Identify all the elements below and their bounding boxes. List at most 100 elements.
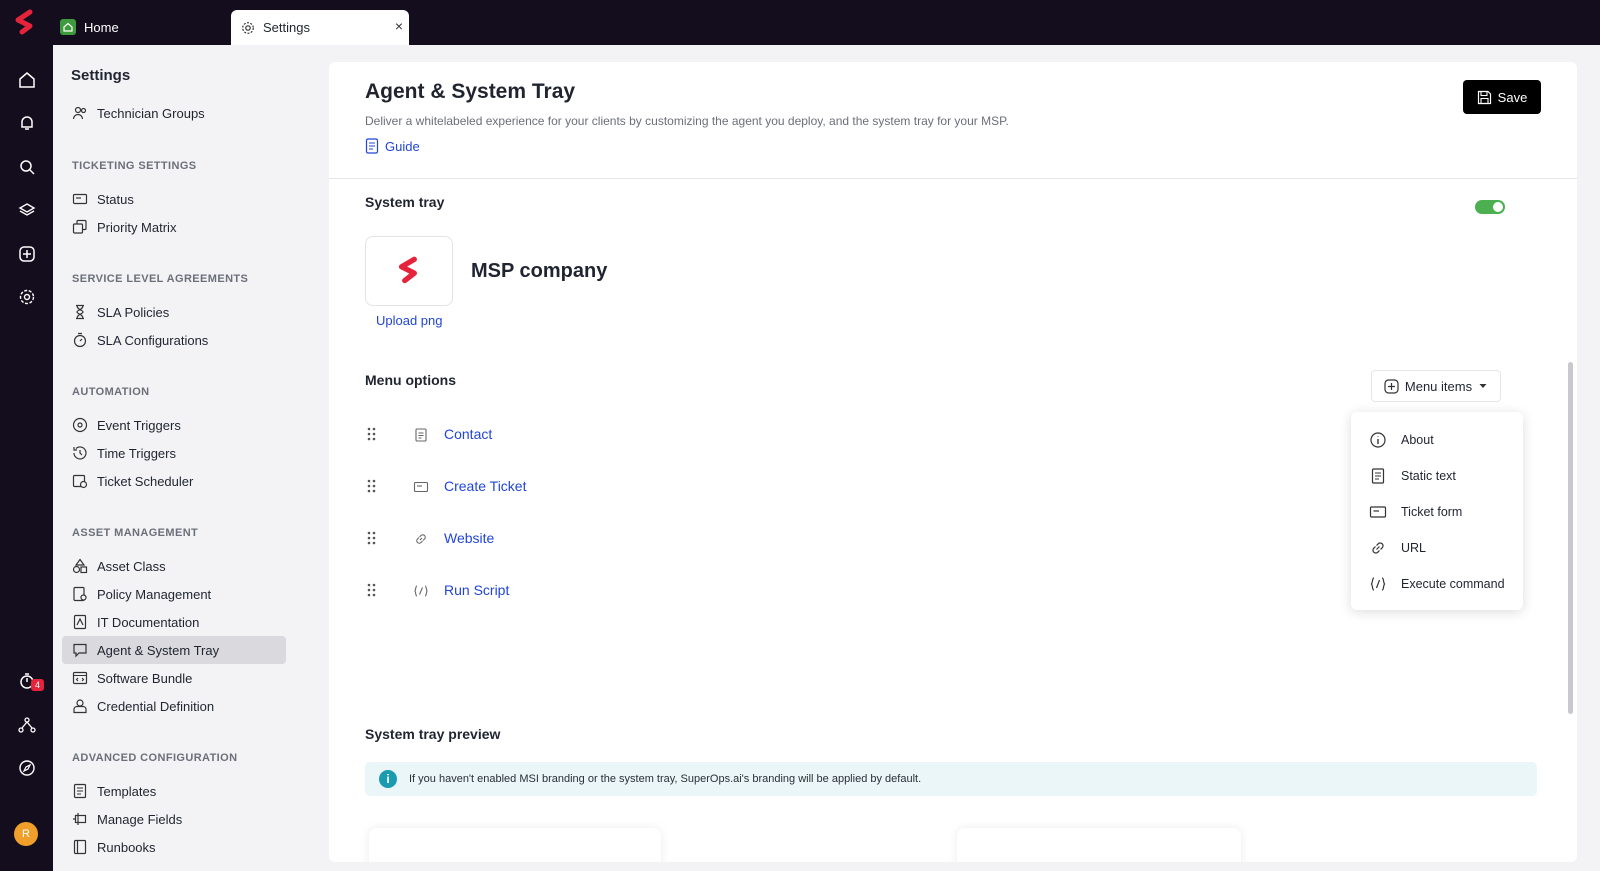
avatar-initial: R bbox=[22, 828, 30, 840]
dropdown-item-about[interactable]: About bbox=[1369, 428, 1434, 452]
menu-items-button[interactable]: Menu items bbox=[1371, 370, 1501, 402]
save-button[interactable]: Save bbox=[1463, 80, 1541, 114]
gear-icon bbox=[242, 21, 254, 34]
dropdown-item-label: Static text bbox=[1401, 469, 1456, 483]
document-icon bbox=[415, 428, 427, 442]
system-tray-preview-title: System tray preview bbox=[365, 726, 501, 742]
home-icon[interactable] bbox=[16, 69, 38, 91]
dropdown-item-url[interactable]: URL bbox=[1369, 536, 1426, 560]
sidebar-item-label: SLA Configurations bbox=[97, 332, 209, 348]
sidebar-item-label: Asset Class bbox=[97, 558, 166, 574]
menu-row-label[interactable]: Run Script bbox=[444, 582, 509, 598]
settings-icon[interactable] bbox=[16, 286, 38, 308]
dropdown-item-static-text[interactable]: Static text bbox=[1369, 464, 1456, 488]
drag-handle-icon[interactable] bbox=[365, 530, 379, 546]
shapes-icon bbox=[72, 558, 88, 574]
system-tray-title: System tray bbox=[365, 194, 445, 210]
sidebar-item-label: Ticket Scheduler bbox=[97, 473, 194, 489]
document-icon bbox=[73, 614, 87, 630]
system-tray-toggle[interactable] bbox=[1475, 200, 1505, 214]
page-subtitle: Deliver a whitelabeled experience for yo… bbox=[365, 114, 1009, 128]
drag-handle-icon[interactable] bbox=[365, 426, 379, 442]
add-icon bbox=[1384, 378, 1399, 394]
sidebar-item-policy-management[interactable]: Policy Management bbox=[62, 580, 286, 608]
sidebar-item-event-triggers[interactable]: Event Triggers bbox=[62, 411, 286, 439]
sidebar-item-runbooks[interactable]: Runbooks bbox=[62, 833, 286, 861]
workflow-icon[interactable] bbox=[16, 714, 38, 736]
caret-down-icon bbox=[1479, 384, 1487, 388]
sidebar-item-sla-policies[interactable]: SLA Policies bbox=[62, 298, 286, 326]
dropdown-item-label: URL bbox=[1401, 541, 1427, 555]
sidebar-item-ticket-scheduler[interactable]: Ticket Scheduler bbox=[62, 467, 286, 495]
menu-items-dropdown: About Static text Ticket form URL Execut… bbox=[1351, 412, 1523, 610]
header-divider bbox=[329, 178, 1577, 179]
menu-row-label[interactable]: Create Ticket bbox=[444, 478, 526, 494]
sidebar-item-technician-groups[interactable]: Technician Groups bbox=[62, 99, 286, 127]
save-icon bbox=[1477, 90, 1491, 104]
ticket-icon bbox=[413, 481, 429, 493]
document-icon bbox=[1371, 468, 1385, 484]
sidebar-item-time-triggers[interactable]: Time Triggers bbox=[62, 439, 286, 467]
document-icon bbox=[365, 138, 379, 154]
credential-icon bbox=[73, 699, 87, 714]
compass-icon[interactable] bbox=[16, 757, 38, 779]
user-avatar[interactable]: R bbox=[14, 822, 38, 846]
sidebar-item-label: Priority Matrix bbox=[97, 219, 177, 235]
template-icon bbox=[73, 783, 87, 799]
guide-label: Guide bbox=[385, 138, 420, 154]
tab-settings[interactable]: Settings × bbox=[231, 10, 409, 45]
sidebar-item-label: Manage Fields bbox=[97, 811, 183, 827]
sidebar-item-status[interactable]: Status bbox=[62, 185, 286, 213]
sidebar-item-label: Templates bbox=[97, 783, 157, 799]
dropdown-item-label: Execute command bbox=[1401, 577, 1505, 591]
link-icon bbox=[1372, 542, 1384, 554]
guide-link[interactable]: Guide bbox=[365, 138, 420, 154]
link-icon bbox=[416, 534, 426, 544]
sidebar-item-label: Status bbox=[97, 191, 134, 207]
sidebar-item-software-bundle[interactable]: Software Bundle bbox=[62, 664, 286, 692]
drag-handle-icon[interactable] bbox=[365, 478, 379, 494]
preview-card-right bbox=[957, 828, 1241, 862]
menu-row-label[interactable]: Website bbox=[444, 530, 494, 546]
sidebar-item-it-documentation[interactable]: IT Documentation bbox=[62, 608, 286, 636]
chat-icon bbox=[73, 643, 87, 658]
add-icon[interactable] bbox=[16, 243, 38, 265]
superops-logo-icon[interactable] bbox=[10, 8, 42, 40]
sidebar-item-asset-class[interactable]: Asset Class bbox=[62, 552, 286, 580]
company-logo-box[interactable] bbox=[365, 236, 453, 306]
menu-options-title: Menu options bbox=[365, 372, 456, 388]
sidebar-item-priority-matrix[interactable]: Priority Matrix bbox=[62, 213, 286, 241]
sidebar-title: Settings bbox=[71, 67, 131, 84]
save-label: Save bbox=[1497, 89, 1528, 105]
close-tab-icon[interactable]: × bbox=[395, 18, 403, 34]
drag-handle-icon[interactable] bbox=[365, 582, 379, 598]
sidebar-item-templates[interactable]: Templates bbox=[62, 777, 286, 805]
search-icon[interactable] bbox=[16, 156, 38, 178]
preview-card-left bbox=[369, 828, 661, 862]
sidebar-item-credential-definition[interactable]: Credential Definition bbox=[62, 692, 286, 720]
dropdown-item-ticket-form[interactable]: Ticket form bbox=[1369, 500, 1462, 524]
sidebar-item-label: IT Documentation bbox=[97, 614, 200, 630]
tab-home[interactable]: Home bbox=[60, 10, 119, 44]
hourglass-icon bbox=[76, 304, 84, 320]
sidebar-item-label: Technician Groups bbox=[97, 105, 205, 121]
main-scrollbar[interactable] bbox=[1568, 362, 1573, 714]
company-name: MSP company bbox=[471, 260, 608, 282]
sidebar-item-label: SLA Policies bbox=[97, 304, 170, 320]
dropdown-item-execute-command[interactable]: Execute command bbox=[1369, 572, 1505, 596]
sidebar-item-manage-fields[interactable]: Manage Fields bbox=[62, 805, 286, 833]
upload-png-link[interactable]: Upload png bbox=[376, 313, 443, 328]
bell-icon[interactable] bbox=[16, 112, 38, 134]
info-icon: i bbox=[379, 770, 397, 788]
sidebar-item-agent-system-tray[interactable]: Agent & System Tray bbox=[62, 636, 286, 664]
menu-row-label[interactable]: Contact bbox=[444, 426, 492, 442]
sidebar-item-sla-configurations[interactable]: SLA Configurations bbox=[62, 326, 286, 354]
layers-icon[interactable] bbox=[16, 199, 38, 221]
left-rail: 4 R bbox=[0, 45, 53, 871]
section-advanced-configuration: ADVANCED CONFIGURATION bbox=[72, 752, 238, 764]
menu-items-label: Menu items bbox=[1404, 378, 1473, 394]
info-banner: i If you haven't enabled MSI branding or… bbox=[365, 762, 1537, 796]
section-asset-management: ASSET MANAGEMENT bbox=[72, 527, 199, 539]
main-panel: Agent & System Tray Deliver a whitelabel… bbox=[329, 62, 1577, 862]
dropdown-item-label: About bbox=[1401, 433, 1434, 447]
